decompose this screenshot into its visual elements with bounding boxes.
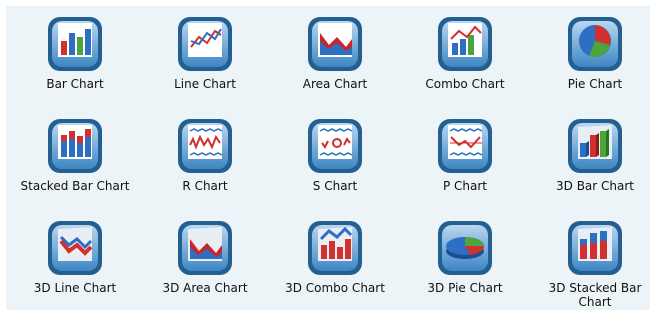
r-chart-label: R Chart: [182, 179, 228, 193]
pie-chart-tile[interactable]: Pie Chart: [540, 13, 650, 91]
pie-chart-icon: [564, 13, 626, 75]
combo-chart-label: Combo Chart: [425, 77, 505, 91]
area-chart-label: Area Chart: [302, 77, 368, 91]
line-chart-label: Line Chart: [174, 77, 236, 91]
3d-stacked-bar-chart-tile[interactable]: 3D Stacked Bar Chart: [540, 217, 650, 309]
bar-chart-tile[interactable]: Bar Chart: [20, 13, 130, 91]
pie-chart-label: Pie Chart: [567, 77, 623, 91]
p-chart-tile[interactable]: P Chart: [410, 115, 520, 193]
3d-line-chart-icon: [44, 217, 106, 279]
p-chart-icon: [434, 115, 496, 177]
stacked-bar-chart-tile[interactable]: Stacked Bar Chart: [20, 115, 130, 193]
3d-combo-chart-icon: [304, 217, 366, 279]
line-chart-icon: [174, 13, 236, 75]
3d-stacked-bar-chart-icon: [564, 217, 626, 279]
3d-bar-chart-tile[interactable]: 3D Bar Chart: [540, 115, 650, 193]
r-chart-icon: [174, 115, 236, 177]
area-chart-tile[interactable]: Area Chart: [280, 13, 390, 91]
stacked-bar-chart-icon: [44, 115, 106, 177]
line-chart-tile[interactable]: Line Chart: [150, 13, 260, 91]
bar-chart-label: Bar Chart: [46, 77, 104, 91]
p-chart-label: P Chart: [442, 179, 488, 193]
3d-area-chart-tile[interactable]: 3D Area Chart: [150, 217, 260, 295]
3d-line-chart-tile[interactable]: 3D Line Chart: [20, 217, 130, 295]
3d-pie-chart-tile[interactable]: 3D Pie Chart: [410, 217, 520, 295]
r-chart-tile[interactable]: R Chart: [150, 115, 260, 193]
3d-stacked-bar-chart-label: 3D Stacked Bar Chart: [548, 281, 642, 309]
3d-bar-chart-label: 3D Bar Chart: [556, 179, 634, 193]
3d-area-chart-label: 3D Area Chart: [162, 281, 248, 295]
3d-combo-chart-label: 3D Combo Chart: [285, 281, 385, 295]
combo-chart-icon: [434, 13, 496, 75]
3d-pie-chart-icon: [434, 217, 496, 279]
s-chart-tile[interactable]: S Chart: [280, 115, 390, 193]
3d-combo-chart-tile[interactable]: 3D Combo Chart: [280, 217, 390, 295]
bar-chart-icon: [44, 13, 106, 75]
stacked-bar-chart-label: Stacked Bar Chart: [20, 179, 130, 193]
3d-pie-chart-label: 3D Pie Chart: [427, 281, 503, 295]
area-chart-icon: [304, 13, 366, 75]
3d-bar-chart-icon: [564, 115, 626, 177]
s-chart-label: S Chart: [312, 179, 358, 193]
s-chart-icon: [304, 115, 366, 177]
combo-chart-tile[interactable]: Combo Chart: [410, 13, 520, 91]
3d-line-chart-label: 3D Line Chart: [33, 281, 117, 295]
chart-type-grid: Bar Chart Line Chart Area Chart Combo Ch…: [0, 0, 658, 318]
3d-area-chart-icon: [174, 217, 236, 279]
